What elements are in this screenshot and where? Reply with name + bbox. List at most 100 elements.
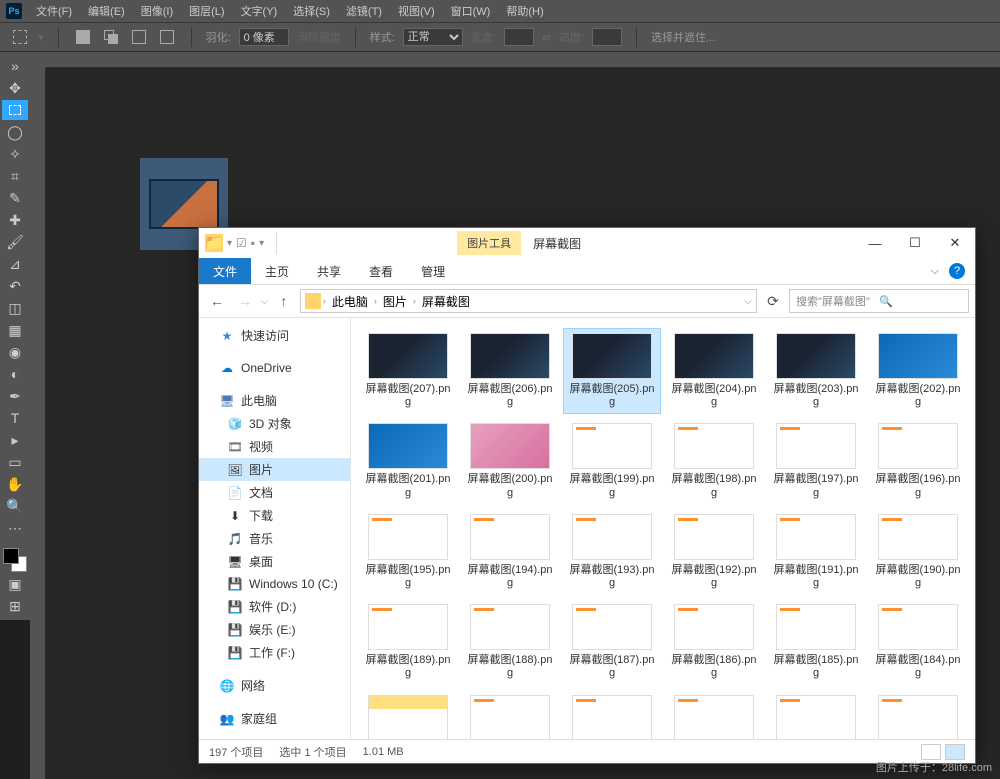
nav-homegroup[interactable]: 👥家庭组 xyxy=(199,707,350,730)
stamp-tool[interactable]: ⊿ xyxy=(2,254,28,274)
file-item[interactable]: 屏幕截图(203).png xyxy=(767,328,865,414)
file-item[interactable] xyxy=(461,690,559,740)
hand-tool[interactable]: ✋ xyxy=(2,474,28,494)
history-brush-tool[interactable]: ↶ xyxy=(2,276,28,296)
file-item[interactable]: 屏幕截图(194).png xyxy=(461,509,559,595)
path-select-tool[interactable]: ▸ xyxy=(2,430,28,450)
nav-onedrive[interactable]: ☁OneDrive xyxy=(199,357,350,379)
nav-documents[interactable]: 📄文档 xyxy=(199,481,350,504)
nav-music[interactable]: 🎵音乐 xyxy=(199,527,350,550)
file-item[interactable]: 屏幕截图(198).png xyxy=(665,418,763,504)
nav-pictures[interactable]: 🖼图片 xyxy=(199,458,350,481)
file-item[interactable]: 屏幕截图(206).png xyxy=(461,328,559,414)
file-item[interactable]: 屏幕截图(205).png xyxy=(563,328,661,414)
handles-icon[interactable]: » xyxy=(2,56,28,76)
menu-image[interactable]: 图像(I) xyxy=(133,3,181,19)
menu-filter[interactable]: 滤镜(T) xyxy=(338,3,390,19)
menu-type[interactable]: 文字(Y) xyxy=(233,3,286,19)
nav-downloads[interactable]: ⬇下载 xyxy=(199,504,350,527)
search-input[interactable]: 搜索"屏幕截图" 🔍 xyxy=(789,289,969,313)
marquee-tool-icon[interactable] xyxy=(10,27,30,47)
menu-help[interactable]: 帮助(H) xyxy=(498,3,551,19)
file-item[interactable]: 屏幕截图(196).png xyxy=(869,418,967,504)
refresh-button[interactable]: ⟳ xyxy=(761,289,785,313)
select-mask-button[interactable]: 选择并遮住... xyxy=(651,29,715,45)
ruler-vertical[interactable] xyxy=(30,68,46,779)
pen-tool[interactable]: ✒ xyxy=(2,386,28,406)
explorer-titlebar[interactable]: 📁 ▾ ☑ ▪ ▾ 图片工具 屏幕截图 — ☐ ✕ xyxy=(199,228,975,258)
help-icon[interactable]: ? xyxy=(949,263,965,279)
sel-new-icon[interactable] xyxy=(73,27,93,47)
back-button[interactable]: ← xyxy=(205,289,229,313)
feather-input[interactable] xyxy=(239,28,289,46)
file-item[interactable] xyxy=(359,690,457,740)
minimize-button[interactable]: — xyxy=(855,228,895,258)
file-item[interactable]: 屏幕截图(204).png xyxy=(665,328,763,414)
zoom-tool[interactable]: 🔍 xyxy=(2,496,28,516)
edit-toolbar[interactable]: ⋯ xyxy=(2,518,28,538)
quick-select-tool[interactable]: ✧ xyxy=(2,144,28,164)
close-button[interactable]: ✕ xyxy=(935,228,975,258)
style-select[interactable]: 正常 xyxy=(403,28,463,46)
file-item[interactable]: 屏幕截图(200).png xyxy=(461,418,559,504)
file-item[interactable]: 屏幕截图(192).png xyxy=(665,509,763,595)
screen-mode-icon[interactable]: ⊞ xyxy=(2,596,28,616)
nav-drive-f[interactable]: 💾工作 (F:) xyxy=(199,641,350,664)
tab-manage[interactable]: 管理 xyxy=(407,258,459,285)
nav-3d-objects[interactable]: 🧊3D 对象 xyxy=(199,412,350,435)
file-item[interactable]: 屏幕截图(201).png xyxy=(359,418,457,504)
file-item[interactable]: 屏幕截图(188).png xyxy=(461,599,559,685)
fg-color[interactable] xyxy=(3,548,19,564)
file-item[interactable]: 屏幕截图(189).png xyxy=(359,599,457,685)
tab-share[interactable]: 共享 xyxy=(303,258,355,285)
dodge-tool[interactable]: ◐ xyxy=(2,364,28,384)
expand-ribbon-icon[interactable]: ⌵ xyxy=(931,265,939,278)
up-button[interactable]: ↑ xyxy=(272,289,296,313)
sel-add-icon[interactable] xyxy=(101,27,121,47)
view-icons-button[interactable] xyxy=(945,744,965,760)
blur-tool[interactable]: ◉ xyxy=(2,342,28,362)
nav-this-pc[interactable]: 🖥此电脑 xyxy=(199,389,350,412)
nav-desktop[interactable]: 🖥桌面 xyxy=(199,550,350,573)
nav-videos[interactable]: 🎞视频 xyxy=(199,435,350,458)
address-bar[interactable]: › 此电脑 › 图片 › 屏幕截图 ⌵ xyxy=(300,289,757,313)
nav-drive-e[interactable]: 💾娱乐 (E:) xyxy=(199,618,350,641)
menu-view[interactable]: 视图(V) xyxy=(390,3,443,19)
file-item[interactable] xyxy=(869,690,967,740)
menu-edit[interactable]: 编辑(E) xyxy=(80,3,133,19)
file-item[interactable]: 屏幕截图(197).png xyxy=(767,418,865,504)
menu-file[interactable]: 文件(F) xyxy=(28,3,80,19)
picture-tools-tab[interactable]: 图片工具 xyxy=(457,231,521,255)
maximize-button[interactable]: ☐ xyxy=(895,228,935,258)
type-tool[interactable]: T xyxy=(2,408,28,428)
menu-window[interactable]: 窗口(W) xyxy=(443,3,499,19)
nav-quick-access[interactable]: ★快速访问 xyxy=(199,324,350,347)
file-item[interactable]: 屏幕截图(193).png xyxy=(563,509,661,595)
sel-sub-icon[interactable] xyxy=(129,27,149,47)
breadcrumb-screenshots[interactable]: 屏幕截图 xyxy=(418,293,474,310)
file-item[interactable]: 屏幕截图(186).png xyxy=(665,599,763,685)
navigation-pane[interactable]: ★快速访问 ☁OneDrive 🖥此电脑 🧊3D 对象 🎞视频 🖼图片 📄文档 … xyxy=(199,318,351,739)
menu-select[interactable]: 选择(S) xyxy=(285,3,338,19)
file-item[interactable]: 屏幕截图(187).png xyxy=(563,599,661,685)
tab-view[interactable]: 查看 xyxy=(355,258,407,285)
eyedropper-tool[interactable]: ✎ xyxy=(2,188,28,208)
healing-tool[interactable]: ✚ xyxy=(2,210,28,230)
brush-tool[interactable]: 🖌 xyxy=(2,232,28,252)
rectangle-tool[interactable]: ▭ xyxy=(2,452,28,472)
gradient-tool[interactable]: ▦ xyxy=(2,320,28,340)
tab-home[interactable]: 主页 xyxy=(251,258,303,285)
nav-drive-c[interactable]: 💾Windows 10 (C:) xyxy=(199,573,350,595)
breadcrumb-pictures[interactable]: 图片 xyxy=(379,293,411,310)
ruler-horizontal[interactable] xyxy=(46,52,1000,68)
crop-tool[interactable]: ⌗ xyxy=(2,166,28,186)
folder-icon[interactable]: 📁 xyxy=(205,234,223,252)
file-item[interactable] xyxy=(563,690,661,740)
file-item[interactable] xyxy=(665,690,763,740)
file-item[interactable]: 屏幕截图(199).png xyxy=(563,418,661,504)
file-item[interactable]: 屏幕截图(190).png xyxy=(869,509,967,595)
file-item[interactable]: 屏幕截图(202).png xyxy=(869,328,967,414)
eraser-tool[interactable]: ◫ xyxy=(2,298,28,318)
file-item[interactable]: 屏幕截图(184).png xyxy=(869,599,967,685)
view-details-button[interactable] xyxy=(921,744,941,760)
